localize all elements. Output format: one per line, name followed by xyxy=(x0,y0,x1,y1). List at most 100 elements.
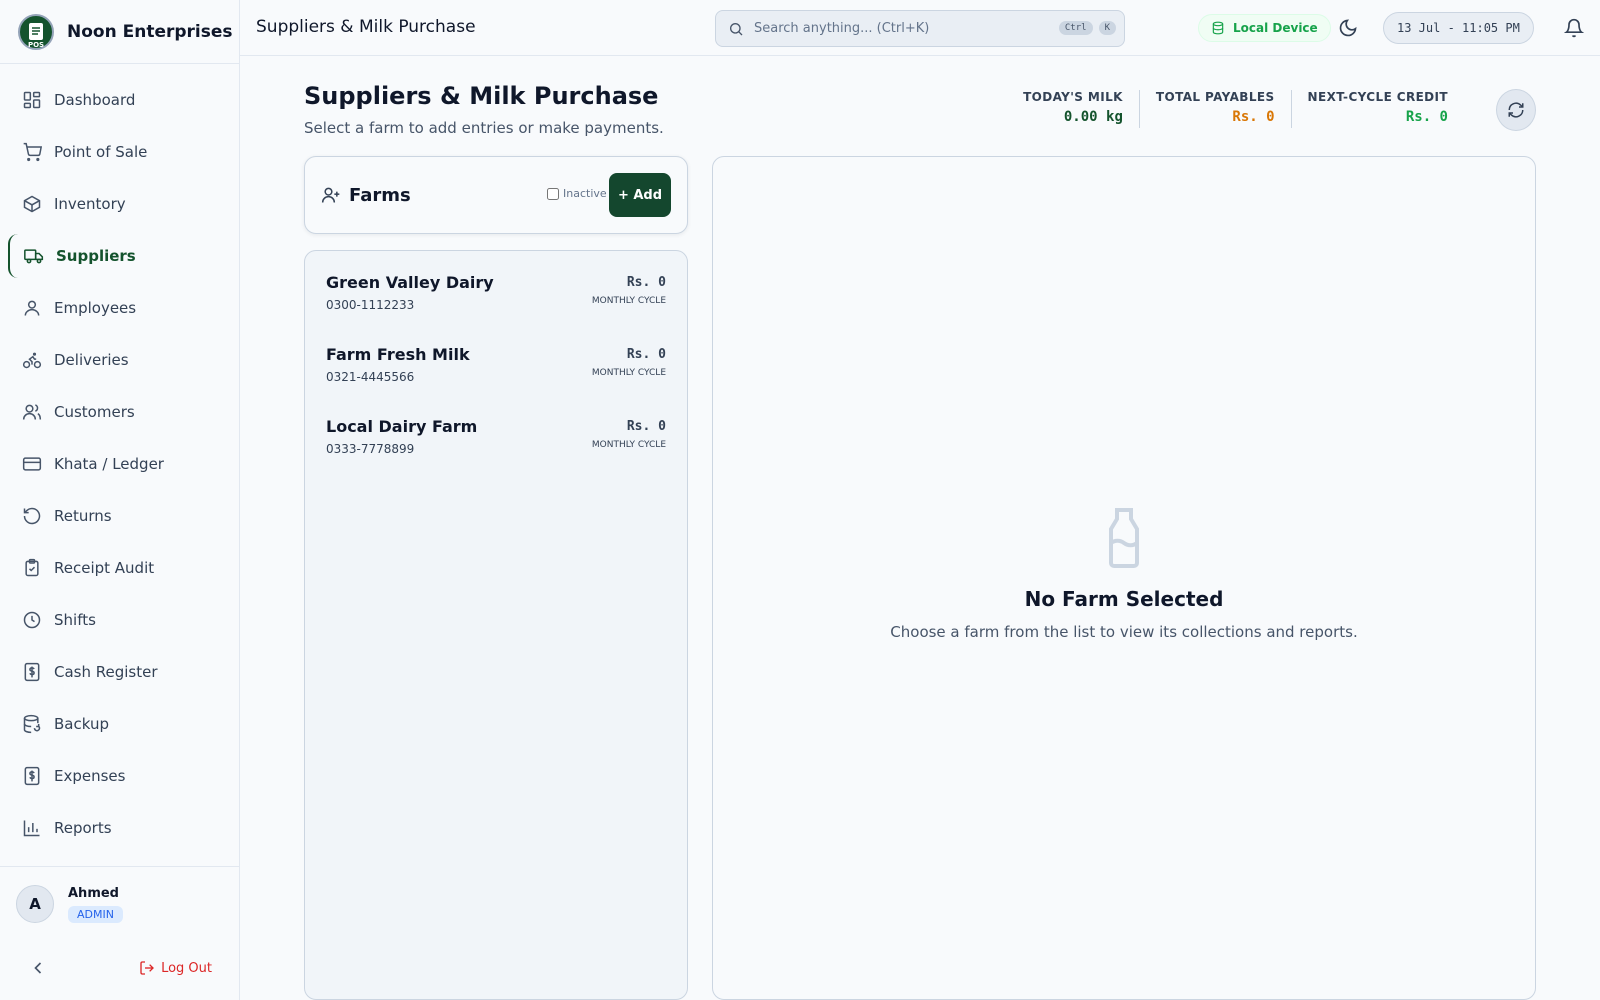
empty-subtitle: Choose a farm from the list to view its … xyxy=(890,623,1358,641)
farm-name: Local Dairy Farm xyxy=(326,417,478,436)
farm-cycle: MONTHLY CYCLE xyxy=(591,296,666,306)
sidebar-item-backup[interactable]: Backup xyxy=(8,702,231,746)
sidebar-item-deliveries[interactable]: Deliveries xyxy=(8,338,231,382)
sidebar-item-shifts[interactable]: Shifts xyxy=(8,598,231,642)
sidebar-item-label: Suppliers xyxy=(56,247,136,265)
sidebar-nav: Dashboard Point of Sale Inventory Suppli… xyxy=(0,64,239,850)
topbar: Suppliers & Milk Purchase Ctrl K Local D… xyxy=(240,0,1600,56)
list-item[interactable]: Local Dairy Farm 0333-7778899 Rs. 0 MONT… xyxy=(305,417,687,489)
page-subtitle: Select a farm to add entries or make pay… xyxy=(304,119,664,137)
dollar-receipt-icon xyxy=(24,662,40,682)
box-icon xyxy=(23,195,41,213)
farm-cycle: MONTHLY CYCLE xyxy=(591,440,666,450)
sidebar-item-label: Cash Register xyxy=(54,663,158,681)
sidebar-item-reports[interactable]: Reports xyxy=(8,806,231,850)
sidebar-item-inventory[interactable]: Inventory xyxy=(8,182,231,226)
sidebar: POS Noon Enterprises Dashboard Point of … xyxy=(0,0,240,1000)
farm-name: Green Valley Dairy xyxy=(326,273,494,292)
clipboard-check-icon xyxy=(25,558,39,577)
user-name: Ahmed xyxy=(68,885,119,901)
truck-icon xyxy=(24,249,44,264)
farm-detail-panel: No Farm Selected Choose a farm from the … xyxy=(712,156,1536,1000)
farm-name: Farm Fresh Milk xyxy=(326,345,470,364)
stat-total-payables: TOTAL PAYABLES Rs. 0 xyxy=(1138,90,1291,128)
add-farm-button[interactable]: + Add xyxy=(609,173,671,217)
bike-icon xyxy=(22,352,42,369)
sidebar-item-receipt-audit[interactable]: Receipt Audit xyxy=(8,546,231,590)
search-shortcut: Ctrl K xyxy=(1053,21,1116,35)
rotate-icon xyxy=(23,507,41,525)
logout-label: Log Out xyxy=(161,960,212,976)
refresh-button[interactable] xyxy=(1496,89,1536,131)
search-box[interactable]: Ctrl K xyxy=(715,10,1125,47)
database-icon xyxy=(1212,21,1224,35)
chevron-left-icon[interactable] xyxy=(28,958,48,978)
role-badge: ADMIN xyxy=(68,905,123,923)
sidebar-item-customers[interactable]: Customers xyxy=(8,390,231,434)
sidebar-item-label: Customers xyxy=(54,403,135,421)
inactive-label: Inactive xyxy=(563,187,607,200)
device-status[interactable]: Local Device xyxy=(1198,14,1331,42)
list-item[interactable]: Green Valley Dairy 0300-1112233 Rs. 0 MO… xyxy=(305,273,687,345)
database-icon xyxy=(23,714,41,734)
sidebar-item-label: Receipt Audit xyxy=(54,559,155,577)
stat-value: Rs. 0 xyxy=(1232,109,1275,125)
farm-phone: 0300-1112233 xyxy=(326,298,415,312)
users-icon xyxy=(22,404,42,420)
bell-icon[interactable] xyxy=(1564,18,1584,38)
dashboard-icon xyxy=(23,91,41,109)
sidebar-item-label: Shifts xyxy=(54,611,96,629)
sidebar-item-label: Employees xyxy=(54,299,137,317)
clock-icon xyxy=(23,611,41,629)
sidebar-item-label: Backup xyxy=(54,715,109,733)
sidebar-item-label: Expenses xyxy=(54,767,126,785)
farm-phone: 0333-7778899 xyxy=(326,442,415,456)
sidebar-item-returns[interactable]: Returns xyxy=(8,494,231,538)
user-panel: A Ahmed ADMIN Log Out xyxy=(0,866,240,1000)
sidebar-item-label: Point of Sale xyxy=(54,143,148,161)
farm-list: Green Valley Dairy 0300-1112233 Rs. 0 MO… xyxy=(304,250,688,1000)
farm-amount: Rs. 0 xyxy=(626,419,666,434)
farm-phone: 0321-4445566 xyxy=(326,370,415,384)
logout-icon xyxy=(140,961,155,975)
bar-chart-icon xyxy=(23,820,40,837)
sidebar-item-label: Dashboard xyxy=(54,91,136,109)
inactive-toggle[interactable]: Inactive xyxy=(547,187,607,200)
brand-name: Noon Enterprises xyxy=(67,21,233,42)
search-input[interactable] xyxy=(754,21,1034,36)
sidebar-item-label: Returns xyxy=(54,507,112,525)
user-plus-icon xyxy=(321,187,340,203)
stats-bar: TODAY'S MILK 0.00 kg TOTAL PAYABLES Rs. … xyxy=(1007,90,1464,128)
user-icon xyxy=(24,300,40,316)
search-icon xyxy=(730,22,743,35)
empty-title: No Farm Selected xyxy=(1024,587,1224,611)
stat-label: TOTAL PAYABLES xyxy=(1155,90,1275,104)
refresh-icon xyxy=(1508,102,1524,118)
topbar-title: Suppliers & Milk Purchase xyxy=(256,17,476,37)
moon-icon[interactable] xyxy=(1338,18,1358,38)
sidebar-item-khata-ledger[interactable]: Khata / Ledger xyxy=(8,442,231,486)
stat-value: Rs. 0 xyxy=(1405,109,1448,125)
dollar-receipt-icon xyxy=(24,766,40,786)
inactive-checkbox[interactable] xyxy=(547,187,559,200)
sidebar-item-expenses[interactable]: Expenses xyxy=(8,754,231,798)
avatar[interactable]: A xyxy=(16,885,54,923)
sidebar-item-dashboard[interactable]: Dashboard xyxy=(8,78,231,122)
farms-header: Farms Inactive + Add xyxy=(304,156,688,234)
farm-amount: Rs. 0 xyxy=(626,275,666,290)
sidebar-item-point-of-sale[interactable]: Point of Sale xyxy=(8,130,231,174)
milk-bottle-icon xyxy=(1109,508,1139,568)
logout-button[interactable]: Log Out xyxy=(139,960,212,976)
stat-label: NEXT-CYCLE CREDIT xyxy=(1307,90,1448,104)
farms-title: Farms xyxy=(349,184,411,206)
page-title: Suppliers & Milk Purchase xyxy=(304,82,659,110)
sidebar-item-cash-register[interactable]: Cash Register xyxy=(8,650,231,694)
sidebar-item-suppliers[interactable]: Suppliers xyxy=(8,234,231,278)
brand-logo: POS xyxy=(18,13,54,50)
farm-amount: Rs. 0 xyxy=(626,347,666,362)
sidebar-item-employees[interactable]: Employees xyxy=(8,286,231,330)
kbd-k: K xyxy=(1098,21,1116,35)
datetime-display: 13 Jul - 11:05 PM xyxy=(1383,12,1534,44)
empty-state: No Farm Selected Choose a farm from the … xyxy=(713,507,1535,641)
list-item[interactable]: Farm Fresh Milk 0321-4445566 Rs. 0 MONTH… xyxy=(305,345,687,417)
